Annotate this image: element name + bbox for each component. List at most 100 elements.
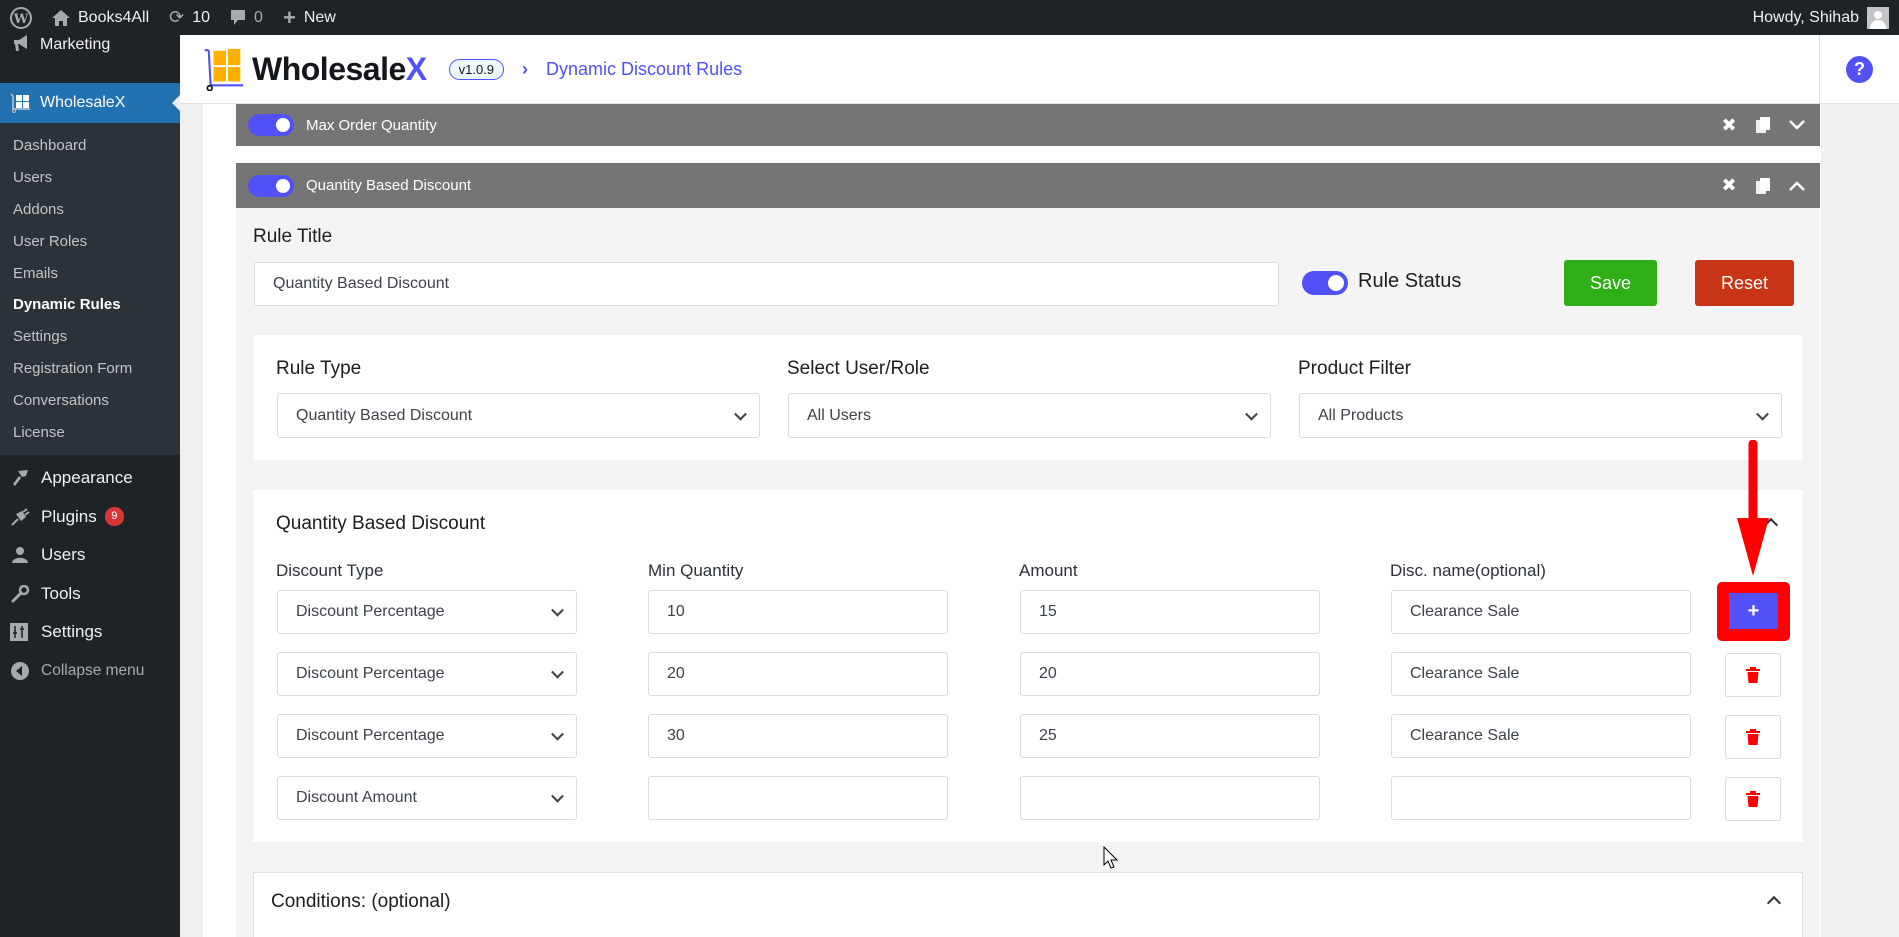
- submenu-users[interactable]: Users: [0, 162, 180, 194]
- sliders-icon: [10, 623, 41, 642]
- disc-name-input[interactable]: [1391, 776, 1691, 820]
- sidebar-item-wholesalex[interactable]: WholesaleX: [0, 83, 180, 123]
- wholesalex-logo-icon: [204, 48, 244, 91]
- submenu-emails[interactable]: Emails: [0, 257, 180, 289]
- conditions-panel[interactable]: [253, 872, 1803, 937]
- help-area: ?: [1819, 34, 1899, 104]
- min-quantity-input[interactable]: 30: [648, 714, 948, 758]
- sidebar-item-label: Plugins: [41, 506, 97, 526]
- rule-title: Max Order Quantity: [306, 116, 437, 134]
- amount-input[interactable]: 20: [1020, 652, 1320, 696]
- delete-tier-button[interactable]: [1725, 653, 1781, 697]
- version-badge: v1.0.9: [448, 58, 505, 80]
- discount-section-title: Quantity Based Discount: [276, 513, 486, 534]
- rule-title-label: Rule Title: [253, 226, 333, 247]
- trash-icon: [1746, 729, 1760, 745]
- rule-type-label: Rule Type: [276, 358, 362, 379]
- breadcrumb-current: Dynamic Discount Rules: [546, 58, 743, 79]
- amount-input[interactable]: 25: [1020, 714, 1320, 758]
- submenu-addons[interactable]: Addons: [0, 194, 180, 226]
- my-account[interactable]: Howdy, Shihab: [1753, 6, 1899, 29]
- delete-rule-icon[interactable]: ✖: [1720, 175, 1738, 195]
- disc-name-header: Disc. name(optional): [1390, 561, 1546, 580]
- submenu-dashboard[interactable]: Dashboard: [0, 130, 180, 162]
- rule-title-input[interactable]: Quantity Based Discount: [254, 262, 1279, 306]
- chevron-right-icon: ›: [522, 58, 529, 79]
- product-filter-select[interactable]: All Products: [1299, 393, 1782, 438]
- paintbrush-icon: [10, 469, 41, 487]
- sidebar-item-label: Appearance: [41, 468, 133, 488]
- min-quantity-input[interactable]: 10: [648, 590, 948, 634]
- rule-enable-toggle[interactable]: [248, 114, 294, 136]
- min-quantity-input[interactable]: 20: [648, 652, 948, 696]
- sidebar-item-label: Tools: [41, 583, 81, 603]
- brand-name: WholesaleX: [252, 50, 427, 87]
- discount-type-select[interactable]: Discount Percentage: [277, 714, 577, 758]
- admin-bar: W Books4All ⟳ 10 0 + New Howdy, Shihab: [0, 0, 1899, 35]
- discount-type-select[interactable]: Discount Percentage: [277, 590, 577, 634]
- page-gutter: [1821, 104, 1899, 937]
- rule-title: Quantity Based Discount: [306, 177, 472, 194]
- disc-name-input[interactable]: Clearance Sale: [1391, 714, 1691, 758]
- amount-input[interactable]: [1020, 776, 1320, 820]
- amount-input[interactable]: 15: [1020, 590, 1320, 634]
- sidebar-item-label: Users: [41, 545, 86, 565]
- comment-icon: [230, 9, 246, 26]
- plugin-header: WholesaleX v1.0.9 › Dynamic Discount Rul…: [180, 34, 1899, 104]
- delete-rule-icon[interactable]: ✖: [1720, 115, 1738, 135]
- comments-count: 0: [254, 8, 263, 26]
- conditions-title: Conditions: (optional): [271, 891, 451, 912]
- min-quantity-header: Min Quantity: [648, 561, 744, 580]
- sidebar-item-settings[interactable]: Settings: [0, 613, 180, 652]
- submenu-license[interactable]: License: [0, 416, 180, 448]
- sidebar-item-label: WholesaleX: [40, 94, 126, 111]
- discount-type-select[interactable]: Discount Percentage: [277, 652, 577, 696]
- sidebar-item-plugins[interactable]: Plugins 9: [0, 497, 180, 536]
- new-content-link[interactable]: + New: [273, 0, 346, 35]
- duplicate-icon[interactable]: [1754, 177, 1772, 195]
- sidebar-item-tools[interactable]: Tools: [0, 574, 180, 613]
- submenu-dynamic-rules[interactable]: Dynamic Rules: [0, 289, 180, 321]
- rule-status-toggle[interactable]: [1302, 271, 1348, 295]
- disc-name-input[interactable]: Clearance Sale: [1391, 590, 1691, 634]
- wholesalex-logo[interactable]: WholesaleX: [202, 47, 427, 91]
- mouse-cursor-icon: [1103, 846, 1119, 869]
- plus-icon: +: [282, 4, 296, 30]
- discount-type-select[interactable]: Discount Amount: [277, 776, 577, 820]
- chevron-down-icon[interactable]: [1788, 116, 1806, 134]
- amount-header: Amount: [1019, 561, 1078, 580]
- site-name: Books4All: [78, 8, 150, 26]
- collapse-menu-button[interactable]: Collapse menu: [0, 651, 180, 690]
- comments-link[interactable]: 0: [220, 0, 273, 35]
- add-tier-button[interactable]: +: [1729, 593, 1778, 629]
- submenu-settings[interactable]: Settings: [0, 321, 180, 353]
- chevron-up-icon[interactable]: [1788, 177, 1806, 195]
- megaphone-icon: [12, 34, 40, 57]
- sidebar-item-appearance[interactable]: Appearance: [0, 459, 180, 498]
- rule-header-quantity-based-discount[interactable]: Quantity Based Discount ✖: [236, 163, 1820, 208]
- sidebar-item-users[interactable]: Users: [0, 536, 180, 575]
- submenu-conversations[interactable]: Conversations: [0, 384, 180, 416]
- delete-tier-button[interactable]: [1725, 715, 1781, 759]
- help-icon[interactable]: ?: [1846, 55, 1873, 83]
- wholesalex-cart-icon: [10, 93, 40, 113]
- duplicate-icon[interactable]: [1754, 116, 1772, 134]
- disc-name-input[interactable]: Clearance Sale: [1391, 652, 1691, 696]
- reset-button[interactable]: Reset: [1695, 260, 1794, 306]
- sidebar-item-marketing[interactable]: Marketing: [0, 25, 180, 65]
- trash-icon: [1746, 791, 1760, 807]
- delete-tier-button[interactable]: [1725, 777, 1781, 821]
- home-icon: [52, 9, 70, 26]
- save-button[interactable]: Save: [1564, 260, 1657, 306]
- collapse-arrow-icon: [10, 661, 41, 681]
- rule-type-select[interactable]: Quantity Based Discount: [277, 393, 760, 438]
- submenu-registration-form[interactable]: Registration Form: [0, 353, 180, 385]
- plugins-update-badge: 9: [104, 507, 124, 527]
- min-quantity-input[interactable]: [648, 776, 948, 820]
- rule-header-max-order-quantity[interactable]: Max Order Quantity ✖: [236, 104, 1820, 146]
- user-role-select[interactable]: All Users: [788, 393, 1271, 438]
- product-filter-label: Product Filter: [1298, 358, 1411, 379]
- rule-enable-toggle[interactable]: [248, 174, 294, 197]
- submenu-user-roles[interactable]: User Roles: [0, 225, 180, 257]
- sidebar-item-label: Collapse menu: [41, 661, 145, 679]
